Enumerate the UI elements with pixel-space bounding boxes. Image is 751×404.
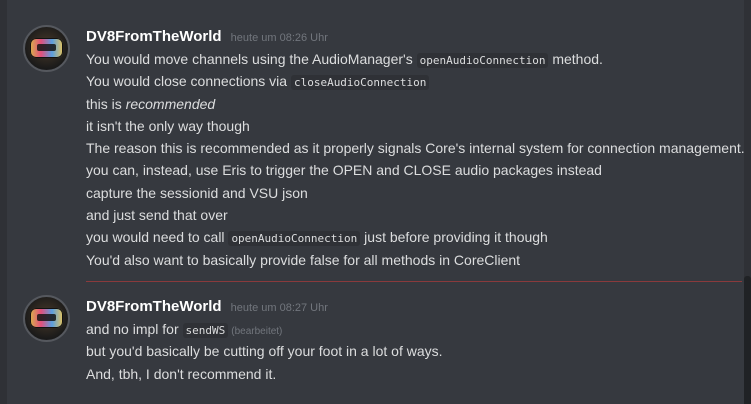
avatar[interactable] xyxy=(23,295,70,342)
left-edge xyxy=(0,0,7,404)
avatar-sticker-image xyxy=(30,308,63,328)
message-lines: You would move channels using the AudioM… xyxy=(86,48,745,271)
message-text: You would move channels using the AudioM… xyxy=(86,51,417,67)
username[interactable]: DV8FromTheWorld xyxy=(86,28,222,45)
scrollbar-thumb[interactable] xyxy=(744,276,751,294)
message-line: And, tbh, I don't recommend it. xyxy=(86,365,277,382)
message-text: just before providing it though xyxy=(360,229,548,246)
message-line: You would move channels using the AudioM… xyxy=(86,48,745,70)
scrollbar-lower[interactable] xyxy=(744,290,751,404)
message-header: DV8FromTheWorld heute um 08:26 Uhr xyxy=(86,26,328,46)
message-line: You would close connections via closeAud… xyxy=(86,70,745,92)
avatar[interactable] xyxy=(23,25,70,72)
message-line: and no impl for sendWS (bearbeitet) xyxy=(86,318,443,340)
message-line: but you'd basically be cutting off your … xyxy=(86,343,443,360)
inline-code: openAudioConnection xyxy=(416,53,549,68)
avatar-sticker-image xyxy=(30,38,63,58)
message-text: you would need to call xyxy=(86,229,229,246)
message-line: it isn't the only way though xyxy=(86,117,250,134)
message-line: you can, instead, use Eris to trigger th… xyxy=(86,162,602,179)
message-text: method. xyxy=(548,51,603,67)
edited-indicator: (bearbeitet) xyxy=(231,326,283,337)
message-text: You would close connections via xyxy=(86,73,291,90)
username[interactable]: DV8FromTheWorld xyxy=(86,298,222,315)
message-line: The reason this is recommended as it pro… xyxy=(86,140,745,157)
message-text: this is xyxy=(86,95,126,112)
inline-code: sendWS xyxy=(182,323,229,338)
inline-code: closeAudioConnection xyxy=(290,75,430,91)
message-line: this is recommended xyxy=(86,93,745,115)
message-header: DV8FromTheWorld heute um 08:27 Uhr xyxy=(86,296,328,316)
message-line: and just send that over xyxy=(86,207,228,224)
timestamp: heute um 08:26 Uhr xyxy=(230,32,328,44)
timestamp: heute um 08:27 Uhr xyxy=(230,302,328,314)
italic-text: recommended xyxy=(125,95,216,112)
inline-code: openAudioConnection xyxy=(228,231,361,247)
message-lines: and no impl for sendWS (bearbeitet) but y… xyxy=(86,318,443,385)
message-text: and no impl for xyxy=(86,321,183,337)
message-line: you would need to call openAudioConnecti… xyxy=(86,226,745,248)
message-line: You'd also want to basically provide fal… xyxy=(86,251,521,268)
message-line: capture the sessionid and VSU json xyxy=(86,184,308,201)
new-messages-divider xyxy=(86,281,742,282)
